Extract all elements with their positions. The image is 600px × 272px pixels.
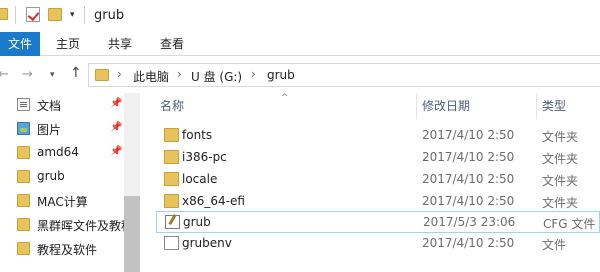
file-type: 文件夹 [542, 130, 579, 144]
file-name: i386-pc [182, 150, 227, 164]
sidebar-item-label: 图片 [37, 123, 62, 137]
file-date: 2017/4/10 2:50 [422, 150, 515, 164]
sidebar-item-synology[interactable]: 黑群晖文件及教程 [0, 213, 124, 237]
sort-ascending-icon: ^ [281, 93, 289, 103]
folder-icon [95, 69, 109, 81]
file-list: ^ 名称 修改日期 类型 fonts 2017/4/10 2:50 文件夹 i3… [140, 93, 600, 272]
window-title: grub [94, 8, 125, 23]
file-row-fonts[interactable]: fonts 2017/4/10 2:50 文件夹 [156, 125, 600, 147]
breadcrumb-usb-drive[interactable]: U 盘 (G:) [191, 68, 242, 85]
sidebar-item-documents[interactable]: 文档 📌 [0, 93, 124, 117]
pin-icon[interactable]: 📌 [110, 146, 122, 157]
folder-icon [164, 194, 179, 208]
properties-icon[interactable] [26, 7, 40, 22]
file-name: fonts [182, 128, 213, 142]
folder-icon [164, 172, 179, 186]
file-type: 文件夹 [542, 174, 579, 188]
recent-locations-chevron-icon[interactable]: ▾ [50, 70, 55, 80]
title-bar: ▾ grub [0, 0, 600, 32]
file-row-i386-pc[interactable]: i386-pc 2017/4/10 2:50 文件夹 [156, 147, 600, 169]
tab-view[interactable]: 查看 [158, 32, 186, 56]
breadcrumb-this-pc[interactable]: 此电脑 [133, 68, 169, 85]
sidebar-item-label: MAC计算 [37, 195, 88, 209]
file-name: locale [182, 172, 218, 186]
ribbon-tabs: 文件 主页 共享 查看 [0, 32, 600, 56]
pin-icon[interactable]: 📌 [110, 98, 122, 109]
folder-icon[interactable] [0, 8, 8, 20]
cfg-file-icon [165, 215, 180, 229]
file-row-grub-cfg[interactable]: grub 2017/5/3 23:06 CFG 文件 [156, 211, 600, 233]
tab-home[interactable]: 主页 [54, 32, 82, 56]
sidebar-item-label: grub [37, 169, 65, 183]
back-icon[interactable]: ← [0, 67, 9, 82]
file-date: 2017/4/10 2:50 [422, 172, 515, 186]
folder-icon [17, 242, 30, 255]
sidebar-item-label: 黑群晖文件及教程 [37, 219, 124, 233]
file-name: x86_64-efi [182, 194, 245, 208]
sidebar-item-grub[interactable]: grub [0, 165, 124, 189]
file-date: 2017/5/3 23:06 [423, 215, 516, 229]
forward-icon[interactable]: → [22, 67, 33, 82]
file-type: CFG 文件 [543, 217, 596, 231]
folder-icon [17, 218, 30, 231]
file-row-locale[interactable]: locale 2017/4/10 2:50 文件夹 [156, 169, 600, 191]
file-icon [164, 236, 179, 250]
column-header-date[interactable]: 修改日期 [422, 97, 470, 114]
column-header-type[interactable]: 类型 [542, 97, 566, 114]
breadcrumb-grub[interactable]: grub [267, 68, 295, 82]
sidebar-item-label: 文档 [37, 99, 62, 113]
folder-icon [164, 150, 179, 164]
pin-icon[interactable]: 📌 [110, 122, 122, 133]
picture-icon [17, 122, 30, 135]
sidebar-item-mac[interactable]: MAC计算 [0, 189, 124, 213]
file-name: grub [183, 215, 211, 229]
sidebar-item-tutorials[interactable]: 教程及软件 [0, 237, 124, 261]
sidebar-item-label: 教程及软件 [37, 243, 98, 257]
column-divider[interactable] [416, 93, 417, 119]
tab-file[interactable]: 文件 [0, 32, 40, 56]
sidebar-item-pictures[interactable]: 图片 📌 [0, 117, 124, 141]
navigation-pane: 文档 📌 图片 📌 amd64 📌 grub MAC计算 黑群晖文件及教程 教程… [0, 93, 140, 272]
sidebar-item-amd64[interactable]: amd64 📌 [0, 141, 124, 165]
file-type: 文件夹 [542, 152, 579, 166]
breadcrumb-separator-icon[interactable]: › [117, 67, 122, 81]
folder-icon [164, 128, 179, 142]
file-type: 文件 [542, 238, 567, 252]
breadcrumb-separator-icon[interactable]: › [177, 67, 182, 81]
divider [15, 6, 16, 24]
tab-share[interactable]: 共享 [106, 32, 134, 56]
column-divider[interactable] [536, 93, 537, 119]
sidebar-item-label: amd64 [37, 145, 79, 159]
folder-icon [17, 170, 30, 183]
up-icon[interactable]: ↑ [70, 65, 82, 81]
breadcrumb-separator-icon[interactable]: › [251, 67, 256, 81]
folder-icon [17, 194, 30, 207]
navigation-bar: ← → ▾ ↑ › 此电脑 › U 盘 (G:) › grub [0, 57, 600, 93]
file-date: 2017/4/10 2:50 [422, 194, 515, 208]
document-icon [17, 98, 30, 111]
quick-access-dropdown-icon[interactable]: ▾ [70, 10, 75, 20]
file-row-x86-64-efi[interactable]: x86_64-efi 2017/4/10 2:50 文件夹 [156, 191, 600, 213]
file-name: grubenv [182, 236, 232, 250]
file-date: 2017/4/10 2:50 [422, 236, 515, 250]
file-row-grubenv[interactable]: grubenv 2017/4/10 2:50 文件 [156, 233, 600, 255]
navigation-scrollbar-thumb[interactable] [124, 196, 140, 272]
column-header-name[interactable]: 名称 [160, 97, 184, 114]
file-date: 2017/4/10 2:50 [422, 128, 515, 142]
file-type: 文件夹 [542, 196, 579, 210]
divider [84, 6, 85, 24]
new-folder-icon[interactable] [48, 8, 62, 21]
address-bar[interactable]: › 此电脑 › U 盘 (G:) › grub [88, 63, 600, 87]
folder-icon [17, 146, 30, 159]
